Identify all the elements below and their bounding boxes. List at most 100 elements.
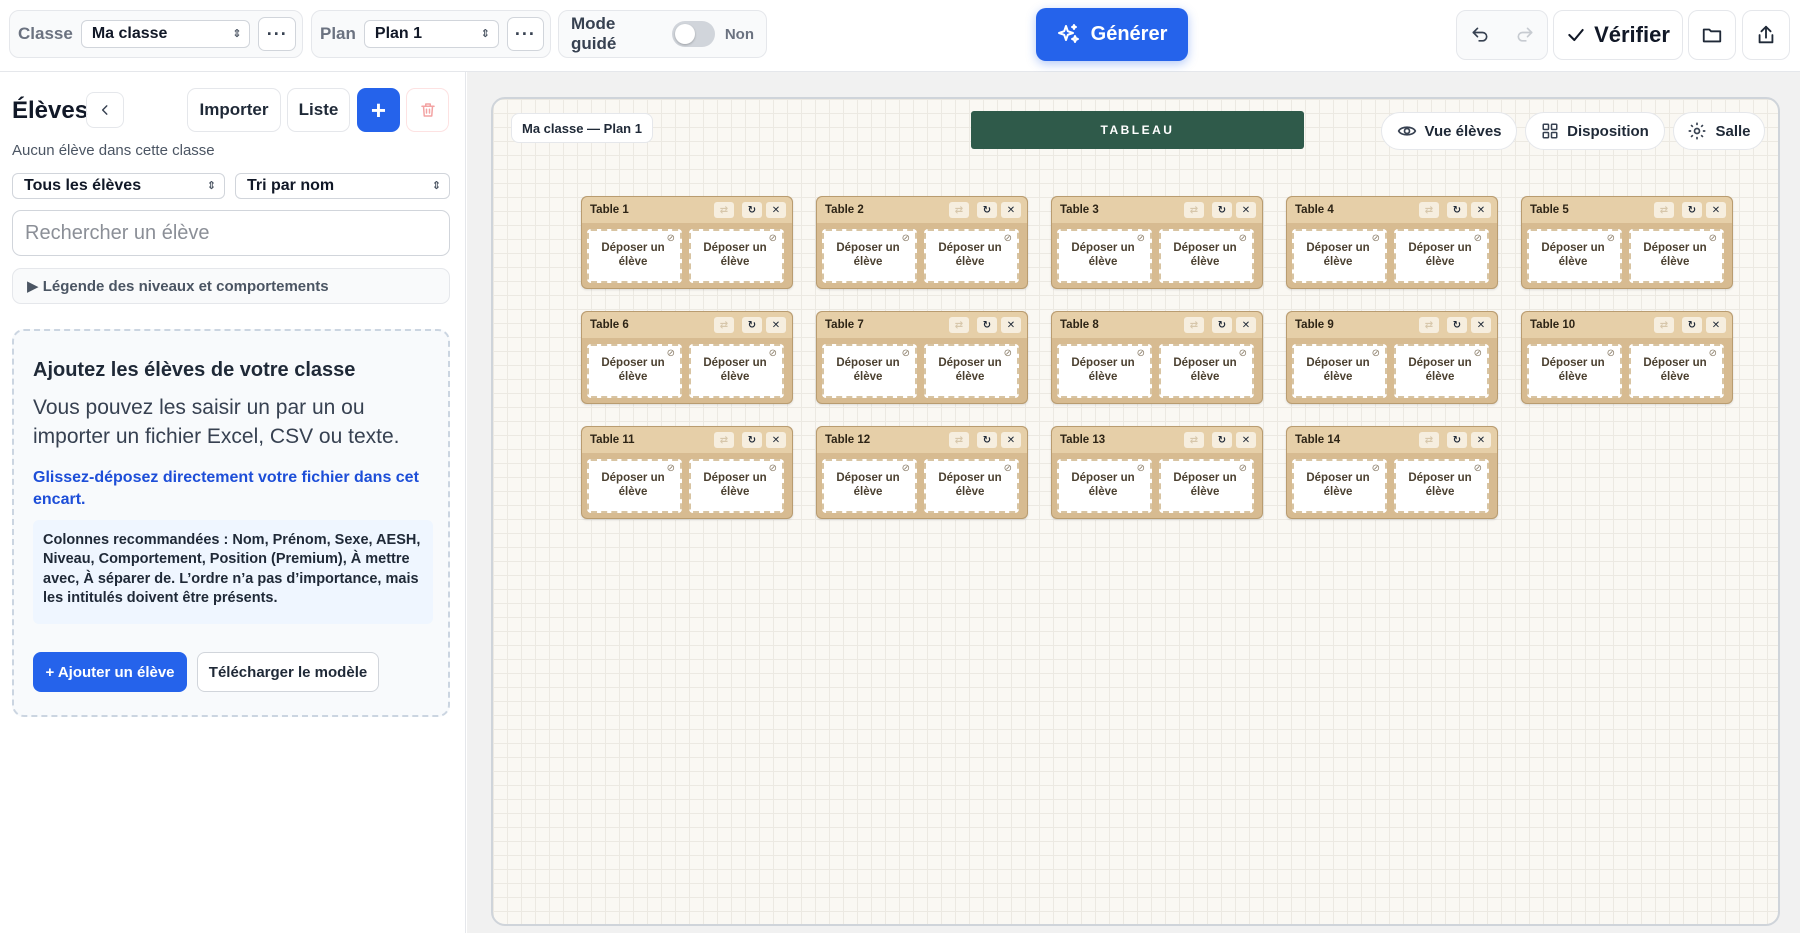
- pin-icon[interactable]: ⊘: [667, 463, 675, 474]
- close-icon[interactable]: ✕: [1001, 202, 1021, 218]
- close-icon[interactable]: ✕: [1471, 317, 1491, 333]
- seat-dropzone[interactable]: Déposer un élève ⊘: [587, 229, 682, 283]
- add-student-button[interactable]: +: [357, 88, 400, 132]
- seat-dropzone[interactable]: Déposer un élève ⊘: [1292, 459, 1387, 513]
- swap-icon[interactable]: ⇄: [1184, 317, 1204, 333]
- desk-header[interactable]: Table 3 ⇄ ↻ ✕: [1052, 197, 1262, 223]
- seat-dropzone[interactable]: Déposer un élève ⊘: [1629, 344, 1724, 398]
- verify-button[interactable]: Vérifier: [1553, 10, 1683, 60]
- desk-table[interactable]: Table 11 ⇄ ↻ ✕ Déposer un élève ⊘ Déposer un é…: [581, 426, 793, 519]
- seat-dropzone[interactable]: Déposer un élève ⊘: [1057, 459, 1152, 513]
- swap-icon[interactable]: ⇄: [949, 317, 969, 333]
- class-more-button[interactable]: ···: [258, 17, 296, 51]
- pin-icon[interactable]: ⊘: [902, 463, 910, 474]
- list-button[interactable]: Liste: [287, 88, 350, 132]
- pin-icon[interactable]: ⊘: [1372, 233, 1380, 244]
- refresh-icon[interactable]: ↻: [1447, 202, 1467, 218]
- desk-table[interactable]: Table 4 ⇄ ↻ ✕ Déposer un élève ⊘ Déposer un él…: [1286, 196, 1498, 289]
- close-icon[interactable]: ✕: [766, 432, 786, 448]
- seat-dropzone[interactable]: Déposer un élève ⊘: [1159, 229, 1254, 283]
- close-icon[interactable]: ✕: [1236, 317, 1256, 333]
- open-button[interactable]: [1688, 10, 1736, 60]
- pin-icon[interactable]: ⊘: [1137, 463, 1145, 474]
- seat-dropzone[interactable]: Déposer un élève ⊘: [689, 344, 784, 398]
- import-button[interactable]: Importer: [187, 88, 281, 132]
- desk-table[interactable]: Table 7 ⇄ ↻ ✕ Déposer un élève ⊘ Déposer un él…: [816, 311, 1028, 404]
- delete-button[interactable]: [406, 88, 449, 132]
- desk-header[interactable]: Table 2 ⇄ ↻ ✕: [817, 197, 1027, 223]
- refresh-icon[interactable]: ↻: [1212, 432, 1232, 448]
- desk-header[interactable]: Table 1 ⇄ ↻ ✕: [582, 197, 792, 223]
- share-button[interactable]: [1742, 10, 1790, 60]
- swap-icon[interactable]: ⇄: [1184, 432, 1204, 448]
- seat-dropzone[interactable]: Déposer un élève ⊘: [587, 459, 682, 513]
- legend-toggle[interactable]: ▶ Légende des niveaux et comportements: [12, 268, 450, 304]
- pin-icon[interactable]: ⊘: [769, 463, 777, 474]
- refresh-icon[interactable]: ↻: [742, 432, 762, 448]
- refresh-icon[interactable]: ↻: [1447, 432, 1467, 448]
- filter-select[interactable]: Tous les élèves ⇕: [12, 173, 225, 199]
- close-icon[interactable]: ✕: [766, 317, 786, 333]
- seat-dropzone[interactable]: Déposer un élève ⊘: [822, 459, 917, 513]
- pin-icon[interactable]: ⊘: [1239, 233, 1247, 244]
- import-dropzone[interactable]: Ajoutez les élèves de votre classe Vous …: [12, 329, 450, 717]
- pin-icon[interactable]: ⊘: [1474, 348, 1482, 359]
- swap-icon[interactable]: ⇄: [949, 432, 969, 448]
- room-settings-button[interactable]: Salle: [1673, 112, 1765, 150]
- desk-header[interactable]: Table 14 ⇄ ↻ ✕: [1287, 427, 1497, 453]
- plan-more-button[interactable]: ···: [506, 17, 544, 51]
- seat-dropzone[interactable]: Déposer un élève ⊘: [1057, 229, 1152, 283]
- close-icon[interactable]: ✕: [1706, 317, 1726, 333]
- desk-header[interactable]: Table 12 ⇄ ↻ ✕: [817, 427, 1027, 453]
- download-template-button[interactable]: Télécharger le modèle: [197, 652, 379, 692]
- swap-icon[interactable]: ⇄: [949, 202, 969, 218]
- close-icon[interactable]: ✕: [1471, 202, 1491, 218]
- desk-table[interactable]: Table 3 ⇄ ↻ ✕ Déposer un élève ⊘ Déposer un él…: [1051, 196, 1263, 289]
- pin-icon[interactable]: ⊘: [1607, 233, 1615, 244]
- close-icon[interactable]: ✕: [1001, 432, 1021, 448]
- seat-dropzone[interactable]: Déposer un élève ⊘: [924, 459, 1019, 513]
- seat-dropzone[interactable]: Déposer un élève ⊘: [689, 229, 784, 283]
- close-icon[interactable]: ✕: [1001, 317, 1021, 333]
- desk-header[interactable]: Table 8 ⇄ ↻ ✕: [1052, 312, 1262, 338]
- plan-select[interactable]: Plan 1 ⇕: [363, 20, 499, 48]
- seat-dropzone[interactable]: Déposer un élève ⊘: [1159, 344, 1254, 398]
- seat-dropzone[interactable]: Déposer un élève ⊘: [924, 229, 1019, 283]
- guided-mode-toggle[interactable]: [672, 21, 715, 47]
- student-search-input[interactable]: [12, 210, 450, 256]
- pin-icon[interactable]: ⊘: [667, 348, 675, 359]
- swap-icon[interactable]: ⇄: [714, 432, 734, 448]
- sort-select[interactable]: Tri par nom ⇕: [235, 173, 450, 199]
- desk-table[interactable]: Table 6 ⇄ ↻ ✕ Déposer un élève ⊘ Déposer un él…: [581, 311, 793, 404]
- collapse-sidebar-button[interactable]: [86, 92, 124, 128]
- swap-icon[interactable]: ⇄: [1184, 202, 1204, 218]
- swap-icon[interactable]: ⇄: [1654, 202, 1674, 218]
- pin-icon[interactable]: ⊘: [1474, 233, 1482, 244]
- pin-icon[interactable]: ⊘: [1474, 463, 1482, 474]
- seat-dropzone[interactable]: Déposer un élève ⊘: [1394, 344, 1489, 398]
- swap-icon[interactable]: ⇄: [1654, 317, 1674, 333]
- pin-icon[interactable]: ⊘: [1004, 348, 1012, 359]
- desk-table[interactable]: Table 5 ⇄ ↻ ✕ Déposer un élève ⊘ Déposer un él…: [1521, 196, 1733, 289]
- desk-table[interactable]: Table 10 ⇄ ↻ ✕ Déposer un élève ⊘ Déposer un é…: [1521, 311, 1733, 404]
- seat-dropzone[interactable]: Déposer un élève ⊘: [822, 344, 917, 398]
- desk-header[interactable]: Table 5 ⇄ ↻ ✕: [1522, 197, 1732, 223]
- refresh-icon[interactable]: ↻: [1212, 317, 1232, 333]
- pin-icon[interactable]: ⊘: [1004, 233, 1012, 244]
- pin-icon[interactable]: ⊘: [1239, 463, 1247, 474]
- pin-icon[interactable]: ⊘: [1004, 463, 1012, 474]
- pin-icon[interactable]: ⊘: [1137, 233, 1145, 244]
- desk-table[interactable]: Table 13 ⇄ ↻ ✕ Déposer un élève ⊘ Déposer un é…: [1051, 426, 1263, 519]
- close-icon[interactable]: ✕: [766, 202, 786, 218]
- generate-button[interactable]: Générer: [1036, 8, 1188, 61]
- refresh-icon[interactable]: ↻: [977, 432, 997, 448]
- pin-icon[interactable]: ⊘: [1372, 348, 1380, 359]
- desk-table[interactable]: Table 1 ⇄ ↻ ✕ Déposer un élève ⊘ Déposer un él…: [581, 196, 793, 289]
- seat-dropzone[interactable]: Déposer un élève ⊘: [1394, 229, 1489, 283]
- pin-icon[interactable]: ⊘: [1607, 348, 1615, 359]
- seat-dropzone[interactable]: Déposer un élève ⊘: [689, 459, 784, 513]
- swap-icon[interactable]: ⇄: [1419, 432, 1439, 448]
- desk-table[interactable]: Table 14 ⇄ ↻ ✕ Déposer un élève ⊘ Déposer un é…: [1286, 426, 1498, 519]
- seat-dropzone[interactable]: Déposer un élève ⊘: [587, 344, 682, 398]
- refresh-icon[interactable]: ↻: [977, 202, 997, 218]
